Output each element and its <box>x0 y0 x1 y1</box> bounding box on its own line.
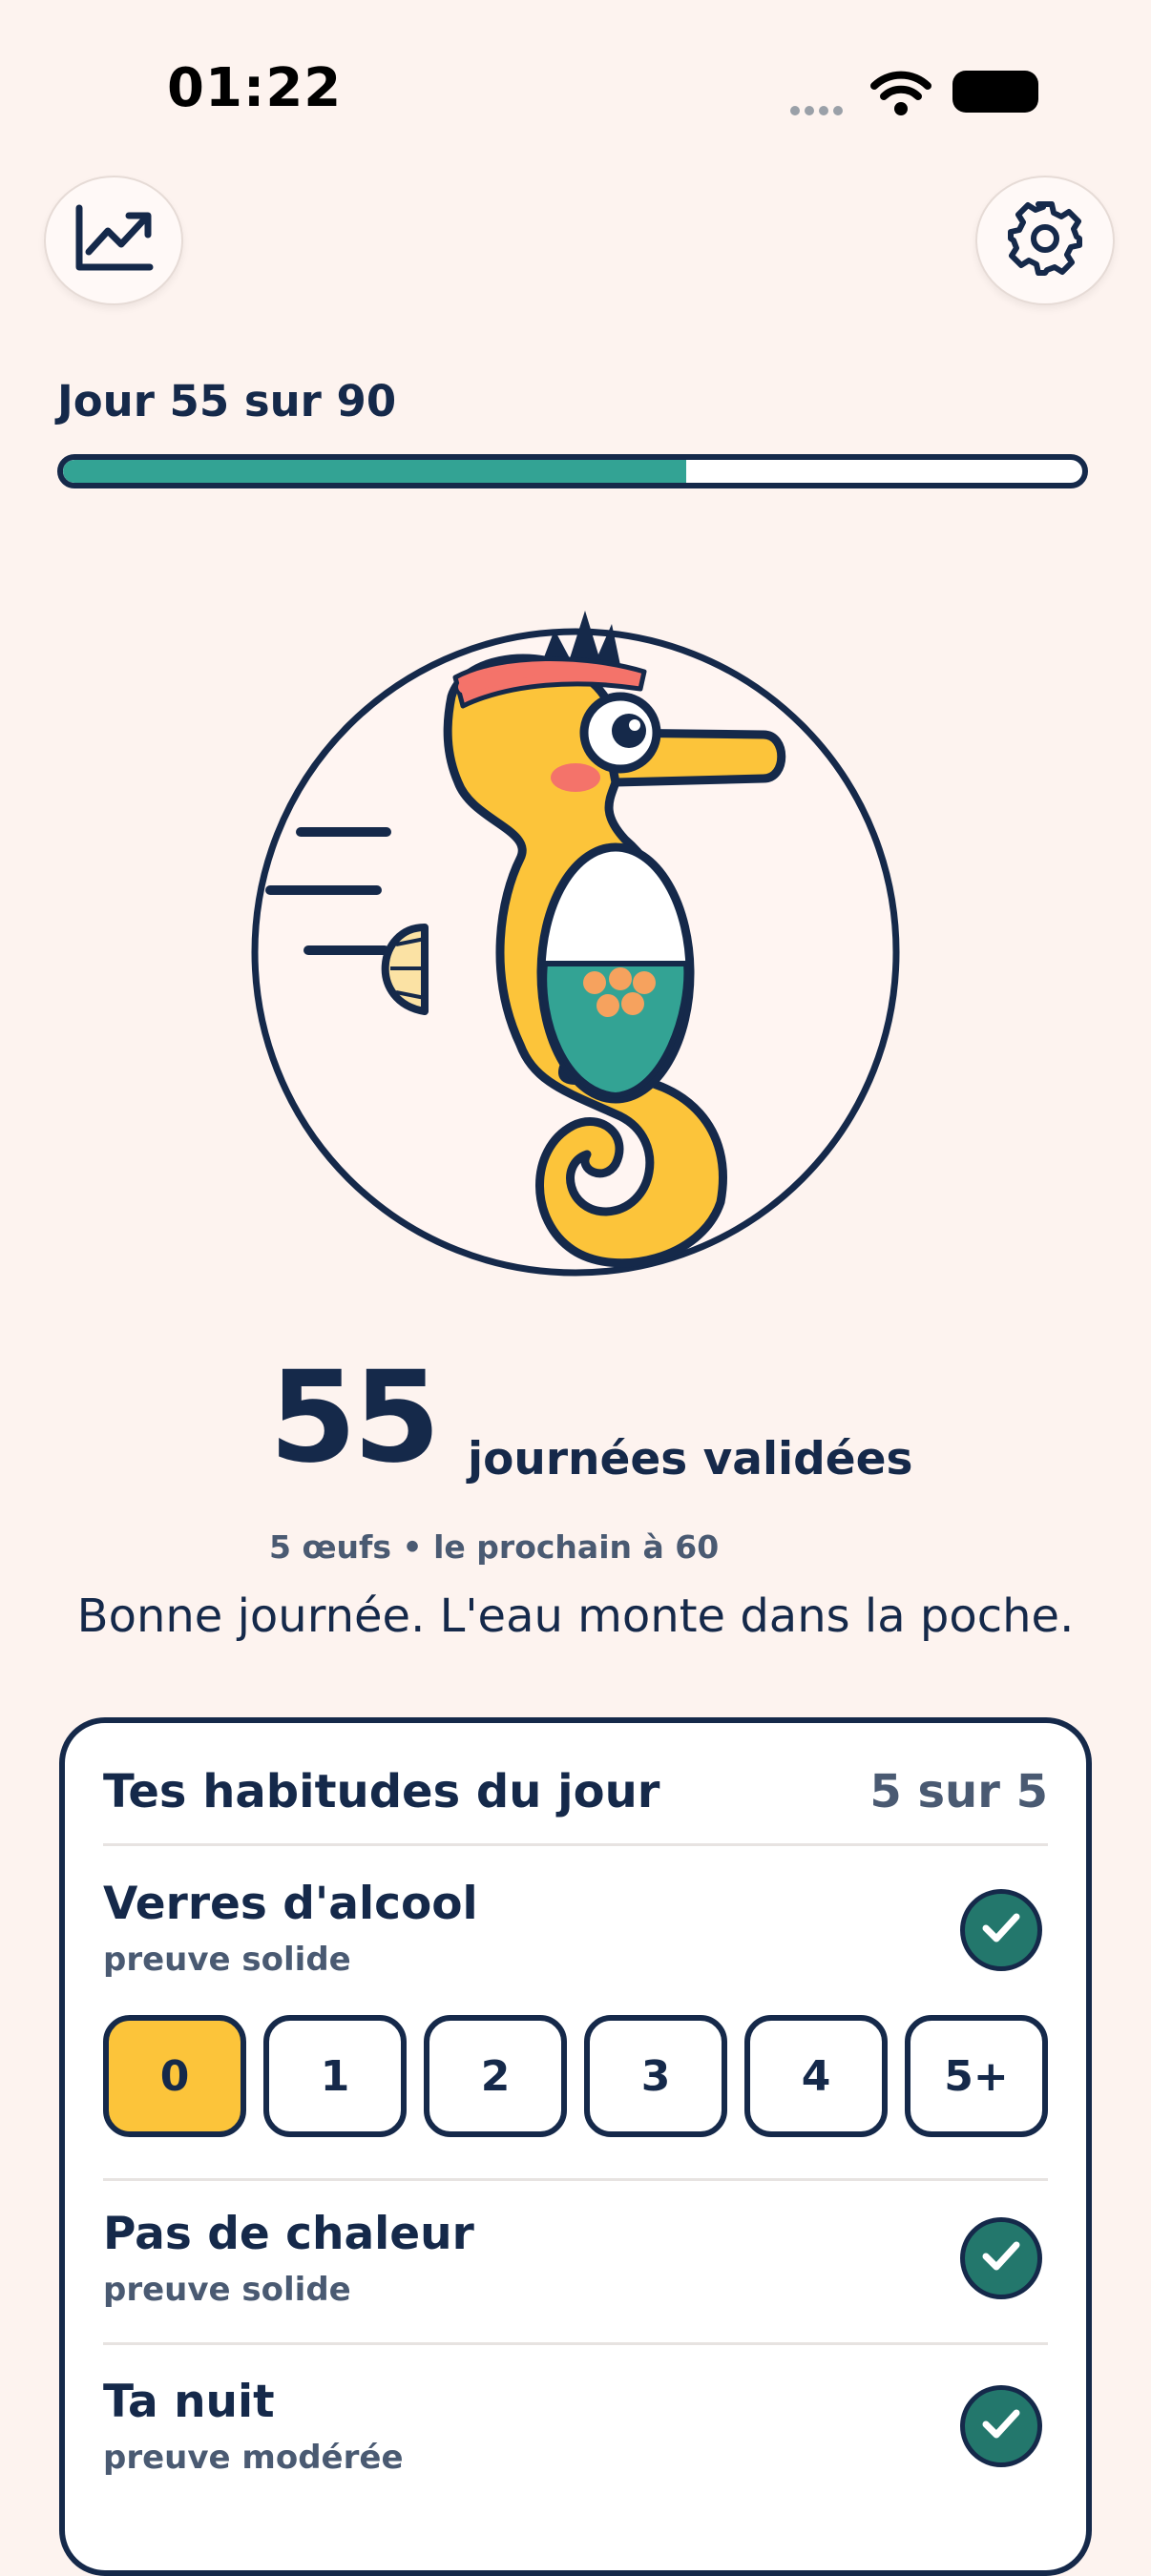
checkmark-icon <box>980 2239 1022 2277</box>
option-1[interactable]: 1 <box>263 2015 407 2137</box>
divider <box>103 1843 1048 1846</box>
validated-days-count: 55 <box>269 1344 441 1491</box>
divider <box>103 2342 1048 2345</box>
habit-check-button[interactable] <box>960 2217 1042 2299</box>
habit-proof: preuve solide <box>103 2271 351 2309</box>
habit-proof: preuve modérée <box>103 2439 404 2477</box>
day-progress-label: Jour 55 sur 90 <box>57 376 397 426</box>
wifi-icon <box>870 69 931 120</box>
habit-name: Pas de chaleur <box>103 2208 474 2260</box>
checkmark-icon <box>980 1911 1022 1949</box>
habit-check-button[interactable] <box>960 2385 1042 2467</box>
day-progress-fill <box>63 460 686 483</box>
option-0[interactable]: 0 <box>103 2015 246 2137</box>
status-time: 01:22 <box>167 57 343 119</box>
habit-name: Verres d'alcool <box>103 1878 478 1930</box>
stats-button[interactable] <box>44 176 183 305</box>
option-2[interactable]: 2 <box>424 2015 567 2137</box>
seahorse-illustration <box>243 592 911 1292</box>
alcohol-count-selector: 0 1 2 3 4 5+ <box>103 2015 1048 2137</box>
settings-button[interactable] <box>975 176 1115 305</box>
divider <box>103 2178 1048 2181</box>
habits-completed-count: 5 sur 5 <box>869 1765 1048 1818</box>
habit-name: Ta nuit <box>103 2376 275 2428</box>
day-progress-bar <box>57 454 1088 488</box>
eggs-status: 5 œufs • le prochain à 60 <box>269 1528 720 1566</box>
option-3[interactable]: 3 <box>584 2015 727 2137</box>
option-4[interactable]: 4 <box>744 2015 888 2137</box>
checkmark-icon <box>980 2407 1022 2445</box>
signal-dots-icon <box>790 101 848 119</box>
daily-message: Bonne journée. L'eau monte dans la poche… <box>76 1589 1075 1643</box>
validated-days-label: journées validées <box>468 1433 913 1485</box>
option-5-plus[interactable]: 5+ <box>905 2015 1048 2137</box>
gear-icon <box>1005 198 1085 282</box>
battery-icon <box>952 71 1038 113</box>
chart-trend-icon <box>73 204 154 277</box>
habits-card-title: Tes habitudes du jour <box>103 1765 660 1818</box>
habit-check-button[interactable] <box>960 1889 1042 1971</box>
habit-proof: preuve solide <box>103 1941 351 1979</box>
